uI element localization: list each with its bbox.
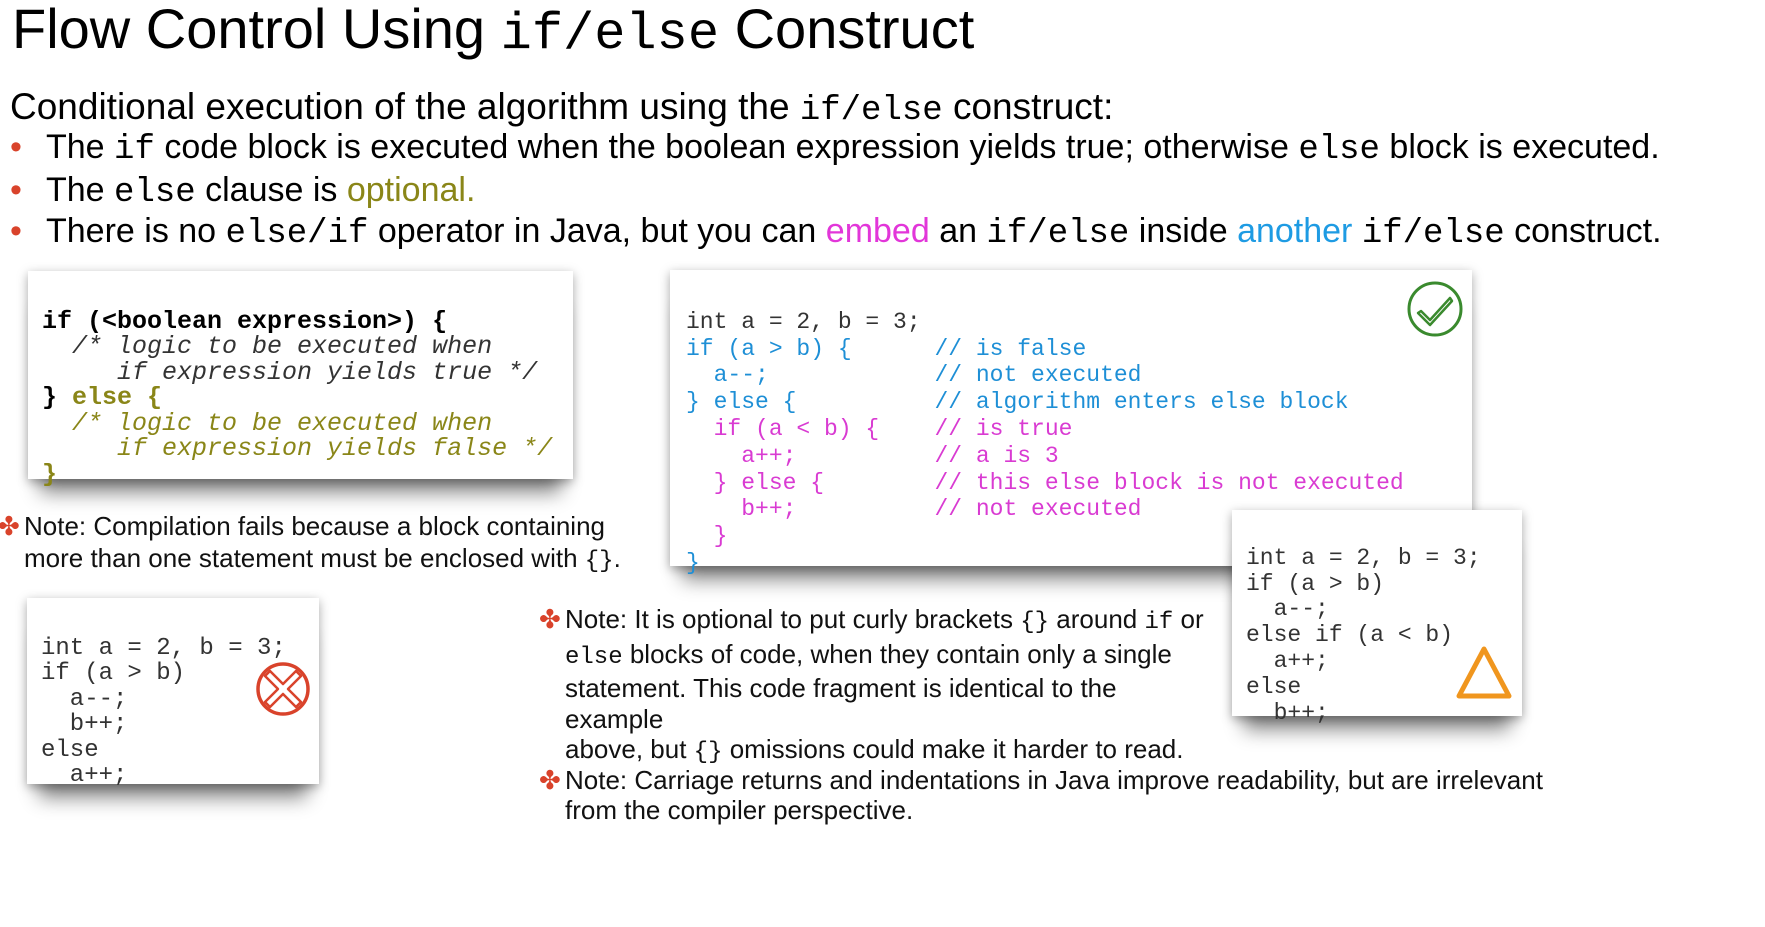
note-marker: ✤ <box>0 511 20 541</box>
note-marker: ✤ <box>539 765 561 795</box>
bullet-marker: • <box>10 171 22 209</box>
failing-code-box: int a = 2, b = 3; if (a > b) a--; b++; e… <box>27 598 319 788</box>
warning-triangle-icon <box>1456 646 1512 699</box>
bullet-marker: • <box>10 212 22 250</box>
note-marker: ✤ <box>539 604 561 634</box>
else-if-code-box: int a = 2, b = 3; if (a > b) a--; else i… <box>1232 510 1522 725</box>
note-carriage-returns: ✤ Note: Carriage returns and indentation… <box>539 765 1543 825</box>
intro-line: Conditional execution of the algorithm u… <box>10 86 1114 130</box>
bullet-marker: • <box>10 128 22 166</box>
syntax-code-box: if (<boolean expression>) { /* logic to … <box>28 271 573 487</box>
note-compilation-fails: ✤ Note: Compilation fails because a bloc… <box>0 511 621 575</box>
page-title: Flow Control Using if/else Construct <box>12 0 975 64</box>
bullet-if-executed: • The if code block is executed when the … <box>10 128 1660 169</box>
cross-circle-icon <box>256 662 310 716</box>
bullet-else-optional: • The else clause is optional. <box>10 171 476 212</box>
check-circle-icon <box>1407 281 1463 337</box>
title-code: if/else <box>500 5 720 64</box>
bullet-no-else-if: • There is no else/if operator in Java, b… <box>10 212 1662 253</box>
note-optional-brackets: ✤ Note: It is optional to put curly brac… <box>539 604 1204 766</box>
